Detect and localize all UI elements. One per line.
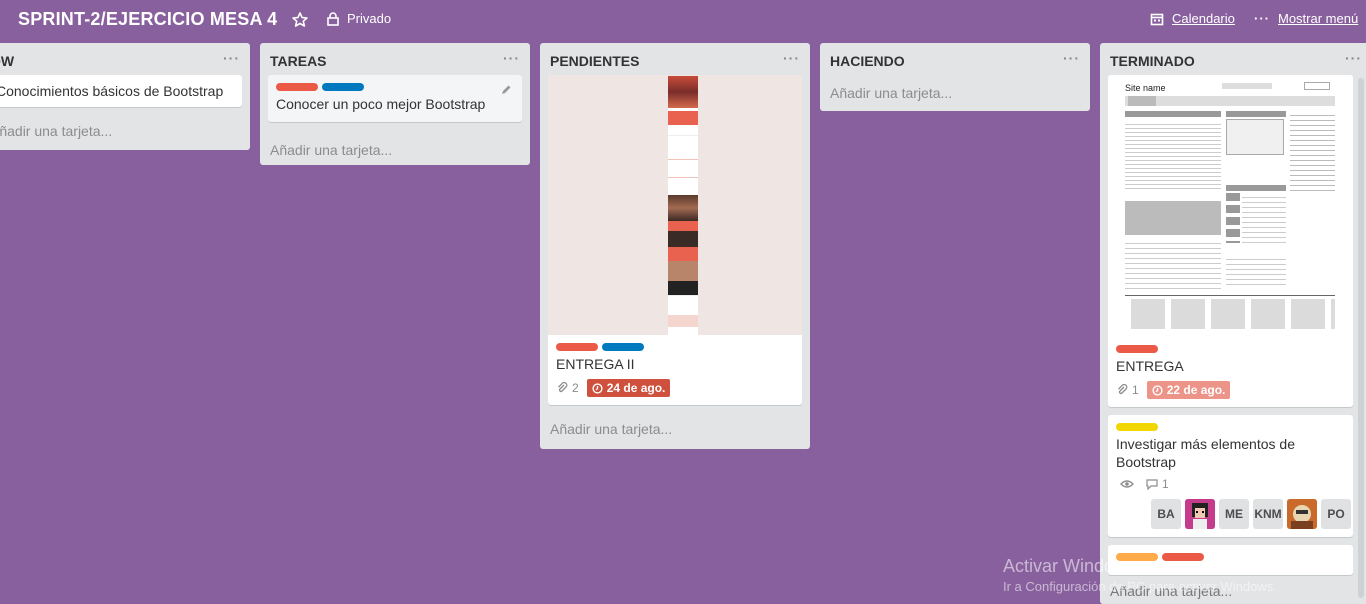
card-labels [1108,415,1353,431]
avatar-image [1287,499,1317,529]
card[interactable]: Conocimientos básicos de Bootstrap [0,75,242,107]
calendar-button[interactable]: Calendario [1150,11,1235,26]
cover-site-name: Site name [1125,83,1166,93]
privacy-button[interactable]: Privado [326,11,391,26]
attachment-badge: 1 [1116,383,1139,397]
eye-icon [1120,480,1134,488]
member-avatar[interactable] [1287,499,1317,529]
card-labels [1108,337,1353,353]
list-header[interactable]: OW ··· [0,43,250,75]
list: TERMINADO ··· Site name ENTREGA 1 22 de … [1100,43,1366,604]
label-red [556,343,598,351]
list-header[interactable]: TERMINADO ··· [1100,43,1366,75]
list-header[interactable]: HACIENDO ··· [820,43,1090,75]
card-cover-image [548,75,802,335]
list-name[interactable]: PENDIENTES [550,53,639,69]
card-badges: 2 24 de ago. [548,375,802,405]
board-title[interactable]: SPRINT-2/EJERCICIO MESA 4 [18,9,277,30]
more-icon: ··· [1254,11,1270,26]
card-labels [548,335,802,351]
clock-icon [592,382,603,394]
watermark-subtitle: Ir a Configuración de PC para activar Wi… [1003,579,1277,594]
label-red [276,83,318,91]
list-menu-icon[interactable]: ··· [783,50,800,66]
privacy-label: Privado [347,11,392,26]
list: OW ··· Conocimientos básicos de Bootstra… [0,43,250,150]
label-red [1116,345,1158,353]
label-blue [602,343,644,351]
card-members: BA ME KNM PO [1108,499,1353,537]
card-title: ENTREGA [1116,358,1184,374]
list-name[interactable]: HACIENDO [830,53,905,69]
label-yellow [1116,423,1158,431]
comments-badge: 1 [1146,477,1169,491]
list-menu-icon[interactable]: ··· [1345,50,1362,66]
clock-icon [1152,384,1163,396]
avatar-image [1185,499,1215,529]
list-name[interactable]: OW [0,53,14,69]
list-name[interactable]: TAREAS [270,53,327,69]
due-date-badge[interactable]: 22 de ago. [1146,381,1231,399]
list: TAREAS ··· Conocer un poco mejor Bootstr… [260,43,530,165]
member-avatar[interactable] [1185,499,1215,529]
list-menu-icon[interactable]: ··· [503,50,520,66]
card[interactable]: Investigar más elementos de Bootstrap 1 … [1108,415,1353,537]
lock-icon [327,11,339,26]
list-header[interactable]: PENDIENTES ··· [540,43,810,75]
due-date: 22 de ago. [1166,383,1226,397]
attachment-count: 2 [572,381,579,395]
member-avatar[interactable]: PO [1321,499,1351,529]
attachment-count: 1 [1132,383,1139,397]
card-title: Conocer un poco mejor Bootstrap [276,96,486,112]
card[interactable]: Site name ENTREGA 1 22 de ago. [1108,75,1353,407]
card[interactable]: Conocer un poco mejor Bootstrap [268,75,522,122]
list-scrollbar[interactable] [1358,78,1364,598]
list-menu-icon[interactable]: ··· [223,50,240,66]
card-badges: 1 [1108,473,1353,499]
card-title: Investigar más elementos de Bootstrap [1116,436,1295,470]
comment-icon [1146,478,1158,490]
label-blue [322,83,364,91]
card-title: ENTREGA II [556,356,635,372]
show-menu-button[interactable]: ··· Mostrar menú [1254,11,1358,26]
attachment-badge: 2 [556,381,579,395]
add-card-button[interactable]: Añadir una tarjeta... [540,413,810,447]
add-card-button[interactable]: Añadir una tarjeta... [820,75,1090,109]
due-date-badge[interactable]: 24 de ago. [586,379,671,397]
board-header: SPRINT-2/EJERCICIO MESA 4 Privado Calend… [0,0,1366,40]
add-card-button[interactable]: Añadir una tarjeta... [260,130,530,164]
member-avatar[interactable]: KNM [1253,499,1283,529]
member-avatar[interactable]: BA [1151,499,1181,529]
list: HACIENDO ··· Añadir una tarjeta... [820,43,1090,111]
paperclip-icon [558,382,568,393]
card-title: Conocimientos básicos de Bootstrap [0,83,224,99]
calendar-label: Calendario [1172,11,1235,26]
member-avatar[interactable]: ME [1219,499,1249,529]
card[interactable]: ENTREGA II 2 24 de ago. [548,75,802,405]
comment-count: 1 [1162,477,1169,491]
show-menu-label: Mostrar menú [1278,11,1359,26]
card-badges: 1 22 de ago. [1108,377,1353,407]
watermark-title: Activar Windows [1003,556,1137,576]
list: PENDIENTES ··· ENTREGA II 2 24 de ago. A… [540,43,810,449]
calendar-icon [1150,13,1164,25]
due-date: 24 de ago. [606,381,666,395]
paperclip-icon [1118,384,1128,395]
edit-pencil-icon[interactable] [500,84,512,96]
card-labels [268,75,522,91]
add-card-button[interactable]: Añadir una tarjeta... [0,115,250,149]
card-cover-image: Site name [1108,75,1353,337]
list-name[interactable]: TERMINADO [1110,53,1195,69]
list-menu-icon[interactable]: ··· [1063,50,1080,66]
star-icon[interactable] [290,10,310,30]
windows-activation-watermark: Activar Windows Ir a Configuración de PC… [1003,556,1277,594]
list-header[interactable]: TAREAS ··· [260,43,530,75]
